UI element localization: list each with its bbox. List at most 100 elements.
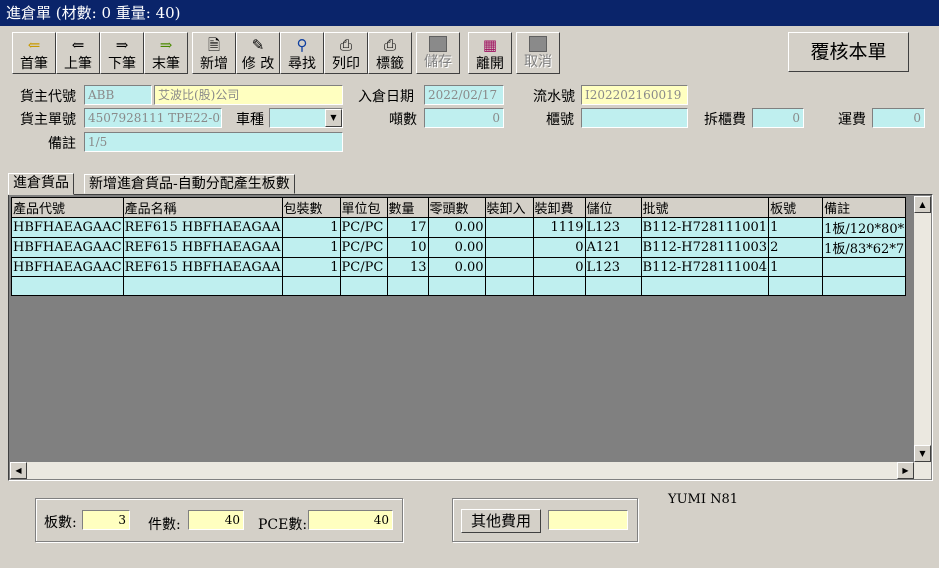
- pce-field[interactable]: 40: [308, 510, 393, 530]
- table-row[interactable]: [11, 276, 907, 296]
- first-record-button[interactable]: ⇐ 首筆: [12, 32, 56, 74]
- table-cell[interactable]: [640, 276, 770, 296]
- column-header[interactable]: 產品名稱: [122, 197, 283, 218]
- column-header[interactable]: 裝卸入: [484, 197, 534, 218]
- table-cell[interactable]: 17: [386, 217, 429, 238]
- table-cell[interactable]: 0.00: [427, 237, 486, 258]
- cancel-button[interactable]: 取消: [516, 32, 560, 74]
- pieces-field[interactable]: 40: [188, 510, 244, 530]
- table-cell[interactable]: 2: [768, 237, 824, 258]
- tab-add-inbound-goods[interactable]: 新增進倉貨品-自動分配產生板數: [84, 174, 295, 194]
- table-cell[interactable]: [339, 276, 388, 296]
- table-cell[interactable]: 1板/83*62*7: [822, 237, 907, 258]
- column-header[interactable]: 數量: [386, 197, 429, 218]
- column-header[interactable]: 產品代號: [11, 197, 124, 218]
- freight-field[interactable]: 0: [872, 108, 925, 128]
- table-cell[interactable]: [386, 276, 429, 296]
- column-header[interactable]: 包裝數: [281, 197, 341, 218]
- table-cell[interactable]: L123: [584, 257, 642, 277]
- vehicle-type-select[interactable]: ▼: [269, 108, 343, 128]
- table-cell[interactable]: B112-H728111004: [640, 257, 770, 277]
- table-cell[interactable]: PC/PC: [339, 257, 388, 277]
- column-header[interactable]: 裝卸費: [532, 197, 586, 218]
- table-row[interactable]: HBFHAEAGAAC REF615 HBFHAEAGAA 1 PC/PC 17…: [11, 217, 907, 238]
- table-cell[interactable]: [532, 276, 586, 296]
- vertical-scrollbar[interactable]: ▲ ▼: [914, 196, 931, 479]
- owner-order-field[interactable]: 4507928111 TPE22-09: [84, 108, 222, 128]
- table-cell[interactable]: [122, 276, 283, 296]
- table-cell[interactable]: [584, 276, 642, 296]
- unpack-fee-field[interactable]: 0: [752, 108, 804, 128]
- column-header[interactable]: 備註: [822, 197, 907, 218]
- serial-field[interactable]: I202202160019: [581, 85, 688, 105]
- chevron-down-icon[interactable]: ▼: [325, 109, 342, 127]
- table-cell[interactable]: 1: [768, 257, 824, 277]
- table-cell[interactable]: A121: [584, 237, 642, 258]
- table-cell[interactable]: 0: [532, 257, 586, 277]
- table-cell[interactable]: [822, 257, 907, 277]
- table-cell[interactable]: PC/PC: [339, 237, 388, 258]
- search-button[interactable]: ⚲ 尋找: [280, 32, 324, 74]
- review-order-button[interactable]: 覆核本單: [788, 32, 909, 72]
- table-cell[interactable]: 10: [386, 237, 429, 258]
- table-cell[interactable]: 0.00: [427, 217, 486, 238]
- column-header[interactable]: 板號: [768, 197, 824, 218]
- table-cell[interactable]: [484, 276, 534, 296]
- table-cell[interactable]: [281, 276, 341, 296]
- horizontal-scrollbar[interactable]: ◀ ▶: [10, 462, 914, 479]
- other-fees-field[interactable]: [548, 510, 628, 530]
- table-cell[interactable]: L123: [584, 217, 642, 238]
- table-cell[interactable]: B112-H728111001: [640, 217, 770, 238]
- table-cell[interactable]: 0.00: [427, 257, 486, 277]
- edit-button[interactable]: ✎ 修 改: [236, 32, 280, 74]
- scroll-down-icon[interactable]: ▼: [914, 445, 931, 462]
- scroll-left-icon[interactable]: ◀: [10, 462, 27, 479]
- owner-name-field[interactable]: 艾波比(股)公司: [154, 85, 343, 105]
- next-record-button[interactable]: ⇒ 下筆: [100, 32, 144, 74]
- pallets-field[interactable]: 3: [82, 510, 130, 530]
- table-cell[interactable]: [768, 276, 824, 296]
- save-button[interactable]: 儲存: [416, 32, 460, 74]
- exit-button[interactable]: ▦ 離開: [468, 32, 512, 74]
- table-cell[interactable]: 1: [281, 237, 341, 258]
- table-cell[interactable]: REF615 HBFHAEAGAA: [122, 237, 283, 258]
- table-cell[interactable]: B112-H728111003: [640, 237, 770, 258]
- table-cell[interactable]: 0: [532, 237, 586, 258]
- table-cell[interactable]: [427, 276, 486, 296]
- remark-field[interactable]: 1/5: [84, 132, 343, 152]
- print-button[interactable]: ⎙ 列印: [324, 32, 368, 74]
- scroll-up-icon[interactable]: ▲: [914, 196, 931, 213]
- table-cell[interactable]: 1: [281, 217, 341, 238]
- prev-record-button[interactable]: ⇐ 上筆: [56, 32, 100, 74]
- other-fees-button[interactable]: 其他費用: [461, 509, 541, 533]
- table-cell[interactable]: 1板/120*80*: [822, 217, 907, 238]
- owner-code-field[interactable]: ABB: [84, 85, 152, 105]
- table-cell[interactable]: [11, 276, 124, 296]
- table-cell[interactable]: HBFHAEAGAAC: [11, 217, 124, 238]
- column-header[interactable]: 儲位: [584, 197, 642, 218]
- table-row[interactable]: HBFHAEAGAAC REF615 HBFHAEAGAA 1 PC/PC 13…: [11, 257, 907, 277]
- table-cell[interactable]: REF615 HBFHAEAGAA: [122, 257, 283, 277]
- new-button[interactable]: 🗎 新增: [192, 32, 236, 74]
- column-header[interactable]: 零頭數: [427, 197, 486, 218]
- tab-inbound-goods[interactable]: 進倉貨品: [8, 173, 74, 195]
- table-cell[interactable]: REF615 HBFHAEAGAA: [122, 217, 283, 238]
- table-cell[interactable]: HBFHAEAGAAC: [11, 237, 124, 258]
- label-print-button[interactable]: ⎙ 標籤: [368, 32, 412, 74]
- table-cell[interactable]: PC/PC: [339, 217, 388, 238]
- column-header[interactable]: 單位包: [339, 197, 388, 218]
- scroll-right-icon[interactable]: ▶: [897, 462, 914, 479]
- table-cell[interactable]: [484, 257, 534, 277]
- table-cell[interactable]: [484, 237, 534, 258]
- cabinet-field[interactable]: [581, 108, 688, 128]
- table-cell[interactable]: 1: [281, 257, 341, 277]
- inbound-date-field[interactable]: 2022/02/17: [424, 85, 504, 105]
- table-cell[interactable]: HBFHAEAGAAC: [11, 257, 124, 277]
- table-cell[interactable]: 13: [386, 257, 429, 277]
- column-header[interactable]: 批號: [640, 197, 770, 218]
- table-cell[interactable]: [484, 217, 534, 238]
- table-cell[interactable]: [822, 276, 907, 296]
- table-cell[interactable]: 1: [768, 217, 824, 238]
- last-record-button[interactable]: ⇒ 末筆: [144, 32, 188, 74]
- tonnage-field[interactable]: 0: [424, 108, 504, 128]
